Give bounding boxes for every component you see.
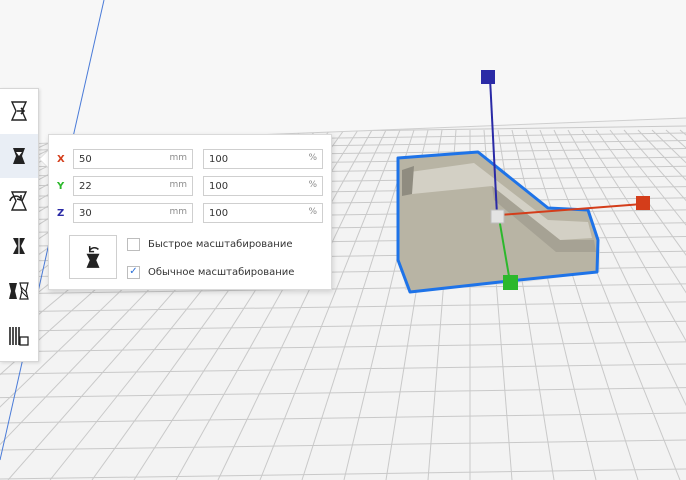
z-axis-label: Z <box>57 207 65 219</box>
scale-tool-button[interactable] <box>0 134 38 178</box>
uniform-scaling-label: Обычное масштабирование <box>148 266 295 278</box>
z-percent-field[interactable]: % <box>203 203 323 223</box>
y-percent-unit: % <box>308 180 317 190</box>
rotate-tool-button[interactable] <box>0 179 38 223</box>
x-size-unit: mm <box>169 153 187 163</box>
grid-line <box>665 129 686 149</box>
scale-tool-icon <box>13 148 25 164</box>
viewport-background <box>0 0 686 145</box>
move-tool-button[interactable] <box>0 89 38 133</box>
grid-line <box>525 129 639 480</box>
uniform-scaling-option[interactable]: ✓ Обычное масштабирование <box>127 264 294 280</box>
per-model-settings-button[interactable] <box>0 269 38 313</box>
x-size-input[interactable] <box>74 150 159 168</box>
y-percent-input[interactable] <box>204 177 289 195</box>
grid-line <box>567 129 686 342</box>
y-axis-label: Y <box>57 180 65 192</box>
snap-scaling-option[interactable]: Быстрое масштабирование <box>127 236 293 252</box>
snap-scaling-label: Быстрое масштабирование <box>148 238 293 250</box>
x-scale-handle[interactable] <box>636 196 650 210</box>
grid-line <box>511 129 597 480</box>
support-blocker-icon <box>9 327 29 346</box>
mirror-tool-button[interactable] <box>0 224 38 268</box>
z-scale-row: Z mm % <box>57 202 323 224</box>
x-size-field[interactable]: mm <box>73 149 193 169</box>
scale-settings-panel: X mm % Y mm % Z mm % <box>48 134 332 290</box>
y-percent-field[interactable]: % <box>203 176 323 196</box>
grid-line <box>539 129 681 480</box>
grid-line <box>0 387 686 399</box>
grid-line <box>651 129 686 164</box>
tool-toolbar <box>0 88 39 362</box>
per-model-settings-icon <box>9 282 29 300</box>
mirror-tool-icon <box>13 236 25 256</box>
y-size-field[interactable]: mm <box>73 176 193 196</box>
reset-scale-button[interactable] <box>69 235 117 279</box>
grid-line <box>0 439 686 451</box>
x-percent-unit: % <box>308 153 317 163</box>
z-size-field[interactable]: mm <box>73 203 193 223</box>
center-scale-handle[interactable] <box>490 209 505 224</box>
x-axis-label: X <box>57 153 65 165</box>
y-scale-row: Y mm % <box>57 175 323 197</box>
z-scale-handle[interactable] <box>481 70 495 84</box>
x-scale-row: X mm % <box>57 148 323 170</box>
y-size-input[interactable] <box>74 177 159 195</box>
uniform-scaling-checkbox[interactable]: ✓ <box>127 265 140 279</box>
z-percent-unit: % <box>308 207 317 217</box>
checkmark-icon: ✓ <box>129 266 138 277</box>
grid-line <box>0 468 686 480</box>
snap-scaling-checkbox[interactable] <box>127 237 140 251</box>
x-percent-field[interactable]: % <box>203 149 323 169</box>
grid-line <box>0 320 686 332</box>
grid-line <box>637 129 686 181</box>
reset-scale-icon <box>86 246 100 268</box>
y-size-unit: mm <box>169 180 187 190</box>
support-blocker-button[interactable] <box>0 314 38 358</box>
z-size-input[interactable] <box>74 204 159 222</box>
z-percent-input[interactable] <box>204 204 289 222</box>
rotate-tool-icon <box>9 191 28 211</box>
move-tool-icon <box>10 101 28 121</box>
y-scale-handle[interactable] <box>503 275 518 290</box>
x-percent-input[interactable] <box>204 150 289 168</box>
z-size-unit: mm <box>169 207 187 217</box>
grid-line <box>679 129 686 136</box>
